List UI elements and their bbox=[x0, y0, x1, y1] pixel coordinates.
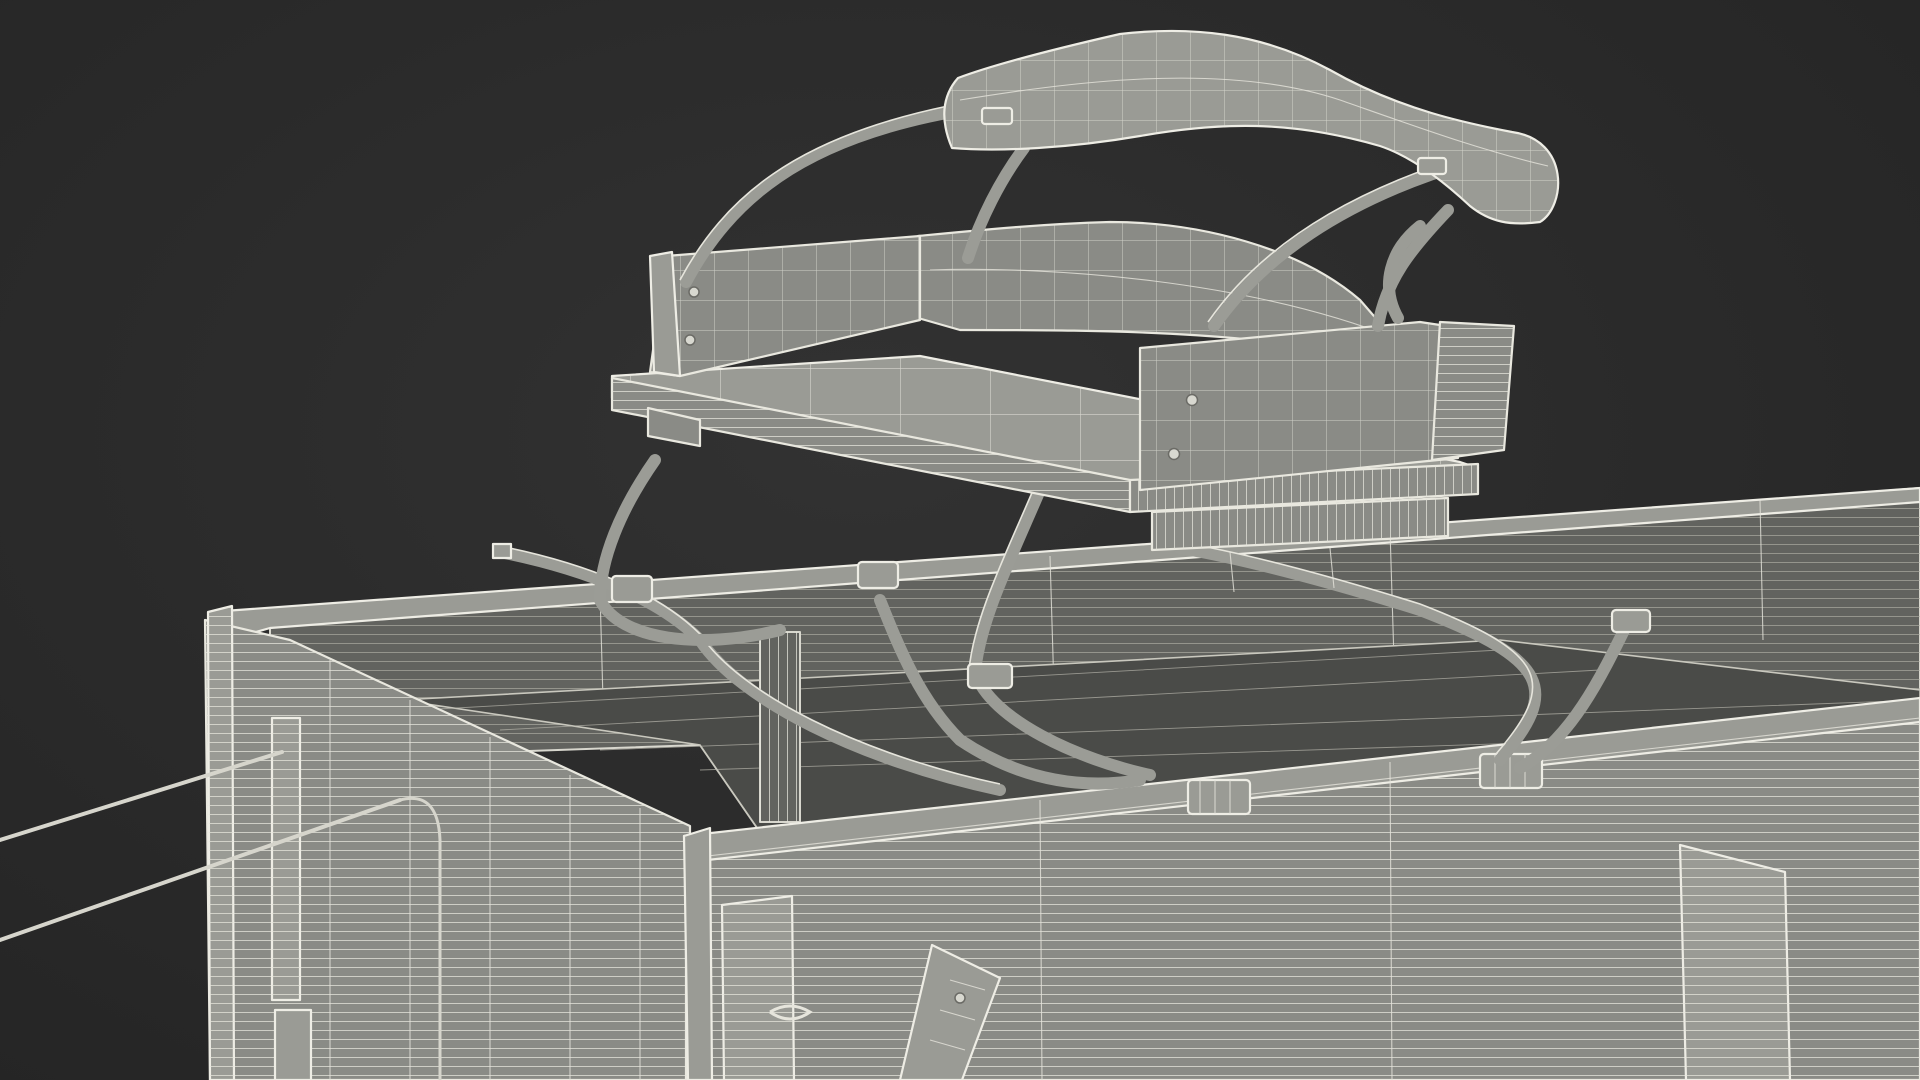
wagon-wireframe-render bbox=[0, 29, 1920, 1080]
spring-end-1 bbox=[491, 542, 513, 560]
shackle-2 bbox=[856, 560, 900, 590]
top-rail-bracket-right bbox=[1416, 156, 1448, 176]
shackle-3 bbox=[966, 662, 1014, 690]
shackle-1 bbox=[610, 574, 654, 604]
end-wall-lower-bracket bbox=[273, 1008, 313, 1080]
render-viewport bbox=[0, 0, 1920, 1080]
seat-left-side-panel bbox=[648, 234, 922, 378]
top-rail-bracket-left bbox=[980, 106, 1014, 126]
seat-top-rail bbox=[943, 29, 1560, 225]
shackle-4 bbox=[1610, 608, 1652, 634]
rail-clip-1 bbox=[1186, 778, 1252, 816]
